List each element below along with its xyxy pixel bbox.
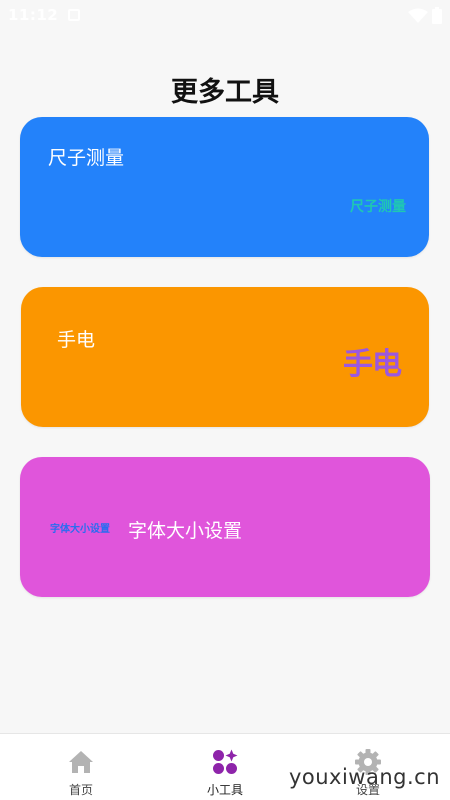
status-bar: 11:12 [0, 0, 450, 32]
status-time: 11:12 [8, 6, 59, 24]
ruler-card-title: 尺子测量 [48, 147, 125, 169]
ruler-tool-card[interactable]: 尺子测量 尺子测量 [20, 117, 429, 257]
notification-icon [68, 9, 80, 21]
nav-item-tools[interactable]: 小工具 [185, 734, 265, 800]
home-icon [69, 751, 93, 773]
flashlight-card-decor-text: 手电 [343, 347, 402, 382]
watermark-text: youxiwang.cn [288, 765, 440, 789]
font-size-card-decor-text: 字体大小设置 [50, 524, 110, 535]
wifi-icon [408, 8, 428, 23]
flashlight-tool-card[interactable]: 手电 手电 [21, 287, 429, 427]
page-title: 更多工具 [171, 77, 279, 108]
status-icons [408, 7, 442, 24]
battery-icon [432, 7, 442, 24]
tools-icon [213, 749, 238, 774]
nav-label-home: 首页 [68, 783, 93, 797]
flashlight-card-title: 手电 [57, 329, 96, 351]
font-size-card-title: 字体大小设置 [128, 520, 243, 542]
nav-item-home[interactable]: 首页 [41, 734, 121, 800]
ruler-card-decor-text: 尺子测量 [350, 199, 406, 215]
font-size-tool-card[interactable]: 字体大小设置 字体大小设置 [20, 457, 430, 597]
nav-label-tools: 小工具 [206, 783, 243, 797]
